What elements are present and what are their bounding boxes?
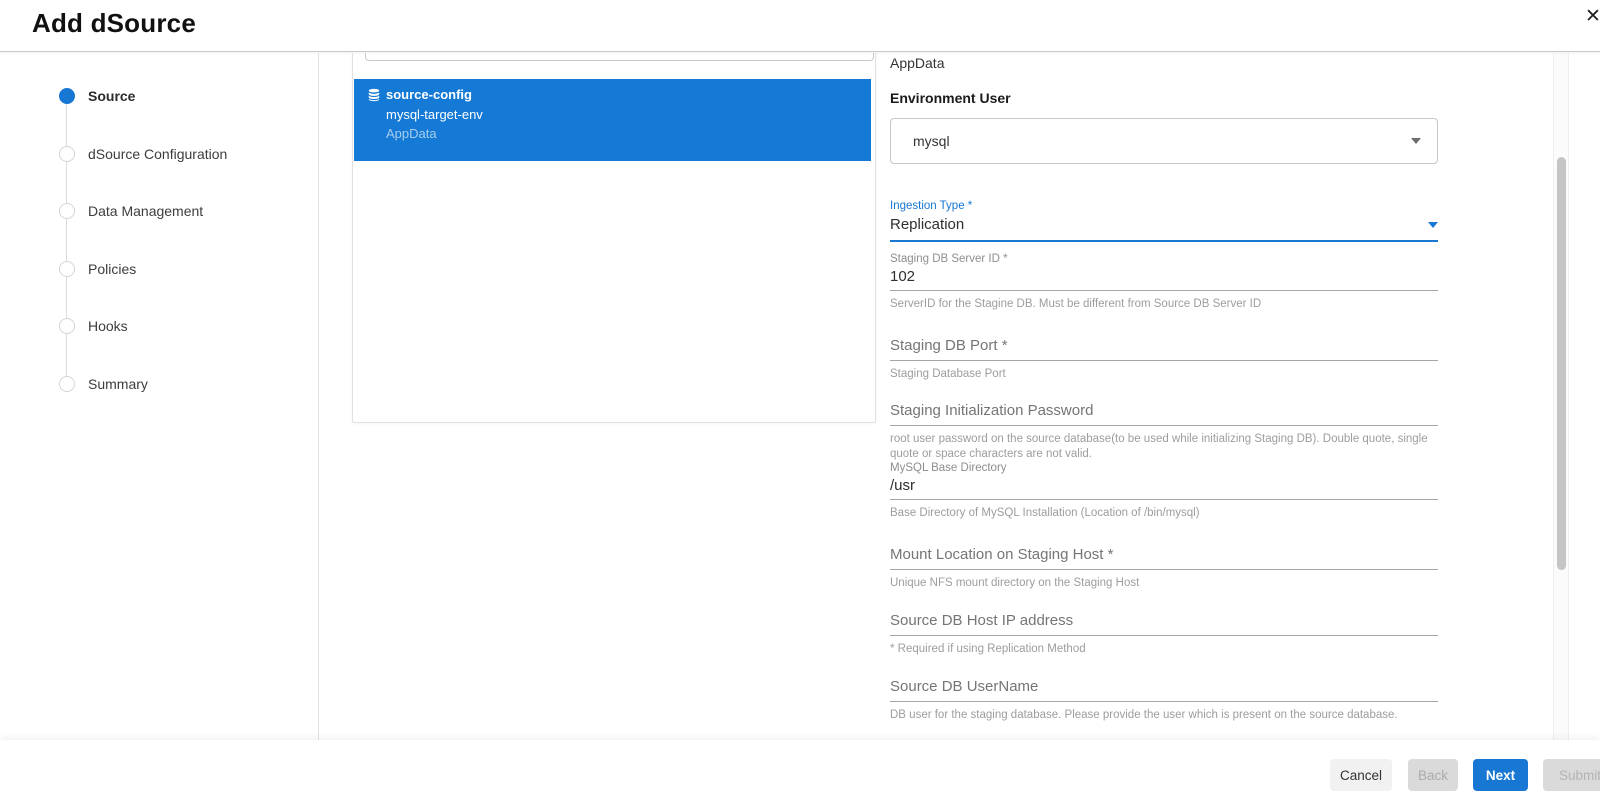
step-label: Policies <box>88 261 136 278</box>
source-config-list-item-selected[interactable]: source-config mysql-target-env AppData <box>354 79 871 161</box>
dialog-title: Add dSource <box>32 8 196 39</box>
source-db-host-ip-field: Source DB Host IP address * Required if … <box>890 612 1438 657</box>
ingestion-type-field: Ingestion Type * Replication <box>890 200 1438 242</box>
step-label: Summary <box>88 376 148 393</box>
next-button[interactable]: Next <box>1473 759 1528 791</box>
database-icon <box>367 88 381 102</box>
vertical-scrollbar-thumb[interactable] <box>1557 157 1566 570</box>
source-db-host-ip-input[interactable]: Source DB Host IP address <box>890 612 1438 636</box>
source-config-list-panel: source-config mysql-target-env AppData <box>352 53 876 423</box>
staging-db-port-helper: Staging Database Port <box>890 367 1438 382</box>
step-dot-icon <box>59 318 75 334</box>
chevron-down-icon <box>1411 138 1421 144</box>
back-button[interactable]: Back <box>1408 759 1458 791</box>
step-label: Source <box>88 88 135 105</box>
staging-db-port-input[interactable]: Staging DB Port * <box>890 337 1438 361</box>
environment-user-value: mysql <box>913 133 1411 149</box>
source-db-username-field: Source DB UserName DB user for the stagi… <box>890 678 1438 723</box>
step-dot-active-icon <box>59 88 75 104</box>
close-icon[interactable]: ✕ <box>1585 5 1600 28</box>
step-dot-icon <box>59 203 75 219</box>
staging-db-server-id-helper: ServerID for the Stagine DB. Must be dif… <box>890 297 1438 312</box>
dialog-header: Add dSource ✕ <box>0 0 1600 52</box>
staging-initialization-password-helper: root user password on the source databas… <box>890 432 1438 462</box>
source-db-username-helper: DB user for the staging database. Please… <box>890 708 1438 723</box>
source-config-type: AppData <box>386 126 437 141</box>
chevron-down-icon <box>1428 222 1438 228</box>
step-label: dSource Configuration <box>88 146 227 163</box>
mysql-base-directory-field: MySQL Base Directory /usr Base Directory… <box>890 462 1438 521</box>
cancel-button[interactable]: Cancel <box>1330 759 1392 791</box>
submit-button[interactable]: Submit <box>1543 759 1600 791</box>
staging-db-server-id-input[interactable]: 102 <box>890 268 1438 291</box>
mysql-base-directory-input[interactable]: /usr <box>890 477 1438 500</box>
source-config-environment: mysql-target-env <box>386 107 483 122</box>
mount-location-input[interactable]: Mount Location on Staging Host * <box>890 546 1438 570</box>
mount-location-field: Mount Location on Staging Host * Unique … <box>890 546 1438 591</box>
mount-location-helper: Unique NFS mount directory on the Stagin… <box>890 576 1438 591</box>
mysql-base-directory-helper: Base Directory of MySQL Installation (Lo… <box>890 506 1438 521</box>
source-db-host-ip-helper: * Required if using Replication Method <box>890 642 1438 657</box>
staging-initialization-password-field: Staging Initialization Password root use… <box>890 402 1438 462</box>
staging-initialization-password-input[interactable]: Staging Initialization Password <box>890 402 1438 426</box>
step-dot-icon <box>59 261 75 277</box>
staging-db-server-id-field: Staging DB Server ID * 102 ServerID for … <box>890 253 1438 312</box>
source-config-name: source-config <box>386 87 472 102</box>
stepper-divider <box>318 53 319 740</box>
stepper-connector-line <box>66 96 67 384</box>
dialog-footer: Cancel Back Next Submit <box>0 740 1600 795</box>
source-type-value: AppData <box>890 55 1438 71</box>
dialog-body: Source dSource Configuration Data Manage… <box>0 53 1600 740</box>
filter-items-input[interactable] <box>365 53 874 61</box>
step-label: Hooks <box>88 318 128 335</box>
ingestion-type-select[interactable]: Replication <box>890 216 1438 242</box>
mysql-base-directory-label: MySQL Base Directory <box>890 462 1438 474</box>
environment-user-select[interactable]: mysql <box>890 118 1438 164</box>
add-dsource-dialog: Add dSource ✕ Source dSource Configurati… <box>0 0 1600 795</box>
staging-db-port-field: Staging DB Port * Staging Database Port <box>890 337 1438 382</box>
vertical-scrollbar-track[interactable] <box>1553 53 1569 740</box>
environment-user-label: Environment User <box>890 90 1438 106</box>
step-label: Data Management <box>88 203 203 220</box>
ingestion-type-value: Replication <box>890 216 964 233</box>
ingestion-type-label: Ingestion Type * <box>890 200 1438 212</box>
step-dot-icon <box>59 376 75 392</box>
source-db-username-input[interactable]: Source DB UserName <box>890 678 1438 702</box>
staging-db-server-id-label: Staging DB Server ID * <box>890 253 1438 265</box>
step-dot-icon <box>59 146 75 162</box>
